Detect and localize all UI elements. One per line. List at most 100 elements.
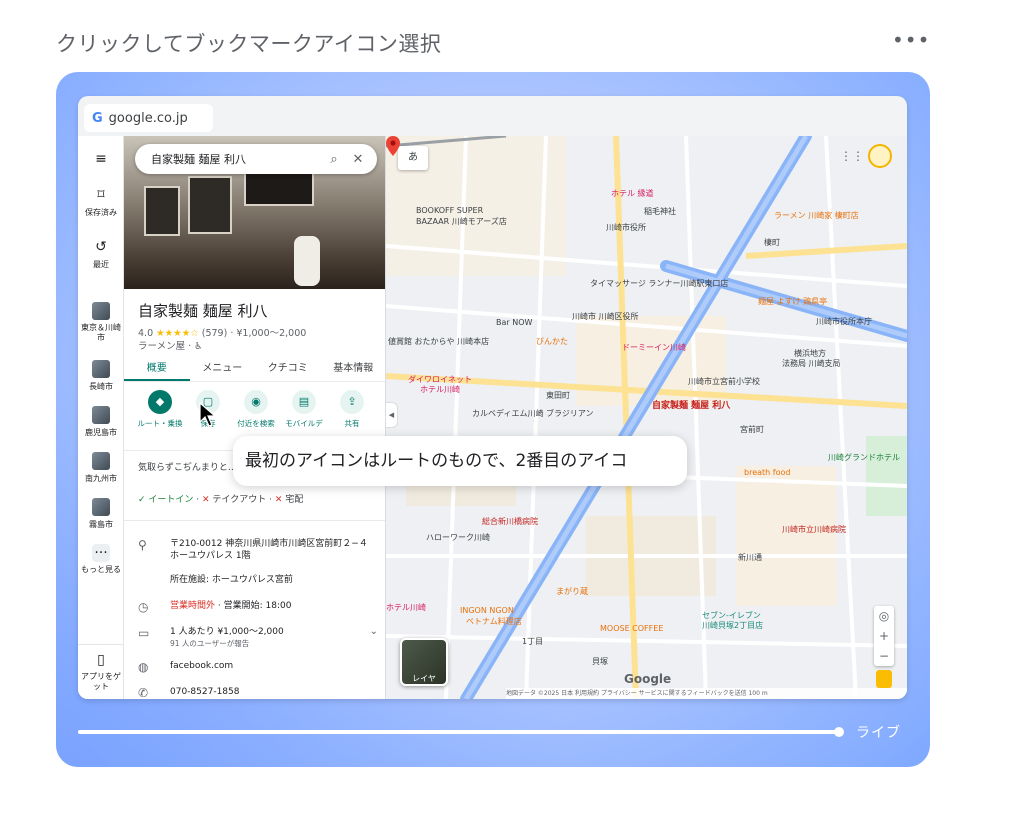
map-label[interactable]: 東田町: [546, 390, 570, 401]
map-label[interactable]: 川崎市 川崎区役所: [572, 311, 639, 322]
rail-item-saved[interactable]: ⌑ 保存済み: [78, 186, 124, 218]
rating-row[interactable]: 4.0 ★★★★☆ (579) · ¥1,000〜2,000: [138, 325, 306, 339]
rail-item-kirishima[interactable]: 霧島市: [78, 498, 124, 530]
map-label[interactable]: BOOKOFF SUPER: [416, 206, 483, 215]
map-label[interactable]: 新川通: [738, 552, 762, 563]
mouse-cursor-icon: [199, 402, 217, 427]
service-options: ✓ イートイン · ✕ テイクアウト · ✕ 宅配: [138, 495, 304, 505]
tab-reviews[interactable]: クチコミ: [255, 358, 321, 381]
map-label[interactable]: INGON NGON: [460, 606, 514, 615]
close-icon[interactable]: ✕: [349, 152, 367, 167]
rail-item-kagoshima[interactable]: 鹿児島市: [78, 406, 124, 438]
rating-count-price: (579) · ¥1,000〜2,000: [201, 328, 307, 339]
pin-label[interactable]: 自家製麺 麺屋 利八: [652, 398, 730, 411]
search-box[interactable]: 自家製麺 麺屋 利八 ⌕ ✕: [135, 144, 377, 174]
bookmark-icon: ⌑: [97, 187, 105, 203]
map-label[interactable]: BAZAAR 川崎モアーズ店: [416, 216, 507, 227]
send-to-phone-button[interactable]: ▤ モバイルデ: [280, 390, 328, 429]
caption-tooltip: 最初のアイコンはルートのもので、2番目のアイコ: [233, 436, 687, 486]
action-label: モバイルデ: [285, 419, 323, 428]
zoom-out-button[interactable]: −: [874, 646, 894, 666]
rail-item-tokyo-kawasaki[interactable]: 東京＆川崎市: [78, 302, 124, 343]
map-label[interactable]: 川崎市役所本庁: [816, 316, 872, 327]
avatar[interactable]: [868, 144, 892, 168]
map-label[interactable]: MOOSE COFFEE: [600, 624, 663, 633]
map-label[interactable]: 総合新川橋病院: [482, 516, 538, 527]
map-label[interactable]: 川崎市立川崎病院: [782, 524, 846, 535]
place-tabs: 概要 メニュー クチコミ 基本情報: [124, 358, 386, 382]
place-category[interactable]: ラーメン屋 · ♿: [138, 338, 203, 352]
rail-label: 東京＆川崎市: [81, 323, 121, 342]
rail-label: 南九州市: [85, 474, 117, 483]
nearby-button[interactable]: ◉ 付近を検索: [232, 390, 280, 429]
layers-label: レイヤ: [412, 674, 436, 683]
map-label[interactable]: ベトナム料理店: [466, 616, 522, 627]
place-thumbnail: [92, 452, 110, 470]
map-label[interactable]: Bar NOW: [496, 318, 532, 327]
history-icon: ↺: [95, 239, 107, 255]
directions-button[interactable]: ◆ ルート・乗換: [136, 390, 184, 429]
map-label[interactable]: ホテル川崎: [386, 602, 426, 613]
progress-bar[interactable]: [78, 730, 840, 734]
progress-knob[interactable]: [834, 727, 844, 737]
street-view-icon[interactable]: [876, 670, 892, 688]
map-label[interactable]: 麺屋 よすけ 鶏県亭: [758, 296, 827, 307]
map-label[interactable]: タイマッサージ ランナー川崎駅東口店: [590, 278, 728, 289]
place-title: 自家製麺 麺屋 利八: [138, 302, 268, 320]
rail-label: 鹿児島市: [85, 428, 117, 437]
more-options-icon[interactable]: •••: [892, 28, 930, 52]
map-label[interactable]: びんかた: [536, 336, 568, 347]
map-label[interactable]: ラーメン 川崎家 棲町店: [774, 210, 859, 221]
rail-label: もっと見る: [81, 565, 121, 574]
place-pin-icon[interactable]: [386, 136, 400, 156]
location-pin-icon: ⚲: [138, 538, 147, 552]
map-label[interactable]: 宮前町: [740, 424, 764, 435]
map-label[interactable]: ホテル 縁道: [611, 188, 654, 199]
map-label[interactable]: カルベディエム川崎 ブラジリアン: [472, 408, 594, 419]
map-label[interactable]: 稲毛神社: [644, 206, 676, 217]
layers-button[interactable]: レイヤ: [400, 638, 448, 686]
url-bar[interactable]: G google.co.jp: [84, 104, 213, 132]
clock-icon: ◷: [138, 600, 149, 614]
map-label[interactable]: ドーミーイン川崎: [622, 342, 686, 353]
tab-menu[interactable]: メニュー: [190, 358, 256, 381]
nearby-icon: ◉: [244, 390, 268, 414]
map-label[interactable]: 法務局 川崎支局: [782, 358, 841, 369]
map-label[interactable]: まがり蔵: [556, 586, 588, 597]
video-card: G google.co.jp ≡ ⌑ 保存済み ↺ 最近 東京＆川崎市 長崎市 …: [56, 72, 930, 767]
map-label[interactable]: 1丁目: [522, 636, 543, 647]
hours-status: 営業時間外: [170, 601, 216, 611]
collapse-panel-button[interactable]: ◀: [386, 402, 398, 428]
zoom-in-button[interactable]: +: [874, 626, 894, 646]
rail-item-get-app[interactable]: ▯ アプリをゲット: [78, 644, 124, 692]
map-label[interactable]: 川崎市役所: [606, 222, 646, 233]
search-input[interactable]: 自家製麺 麺屋 利八: [151, 151, 319, 167]
rail-item-minamikyushu[interactable]: 南九州市: [78, 452, 124, 484]
action-label: 付近を検索: [237, 419, 275, 428]
map-label[interactable]: ハローワーク川崎: [426, 532, 490, 543]
tab-overview[interactable]: 概要: [124, 358, 190, 381]
map-label[interactable]: 値賞館 おたからや 川崎本店: [388, 336, 489, 347]
place-thumbnail: [92, 302, 110, 320]
menu-icon[interactable]: ≡: [78, 150, 124, 171]
map-label[interactable]: 川崎市立宮前小学校: [688, 376, 760, 387]
chevron-down-icon[interactable]: ⌄: [370, 626, 378, 637]
located-in: 所在施設: ホーユウパレス宮前: [170, 575, 293, 585]
tab-about[interactable]: 基本情報: [321, 358, 386, 381]
rail-item-more[interactable]: ··· もっと見る: [78, 544, 124, 575]
search-icon[interactable]: ⌕: [325, 152, 343, 167]
globe-icon: ◍: [138, 660, 149, 674]
apps-grid-icon[interactable]: ⋮⋮: [840, 148, 864, 164]
map-label[interactable]: 川崎グランドホテル: [828, 452, 900, 463]
map-label[interactable]: 貝塚: [592, 656, 608, 667]
map-label[interactable]: 棲町: [764, 237, 780, 248]
map-label[interactable]: ホテル川崎: [420, 384, 460, 395]
language-button[interactable]: あ: [398, 146, 428, 170]
rail-item-recent[interactable]: ↺ 最近: [78, 238, 124, 270]
map-canvas[interactable]: あ ⋮⋮ ホテル 縁道稲毛神社 BOOKOFF SUPER BAZAAR 川崎モアー…: [386, 136, 907, 699]
rail-item-nagasaki[interactable]: 長崎市: [78, 360, 124, 392]
map-label[interactable]: breath food: [744, 468, 790, 477]
my-location-icon[interactable]: ◎: [874, 606, 894, 626]
share-button[interactable]: ⇪ 共有: [328, 390, 376, 429]
map-label[interactable]: 川崎貝塚2丁目店: [702, 620, 763, 631]
